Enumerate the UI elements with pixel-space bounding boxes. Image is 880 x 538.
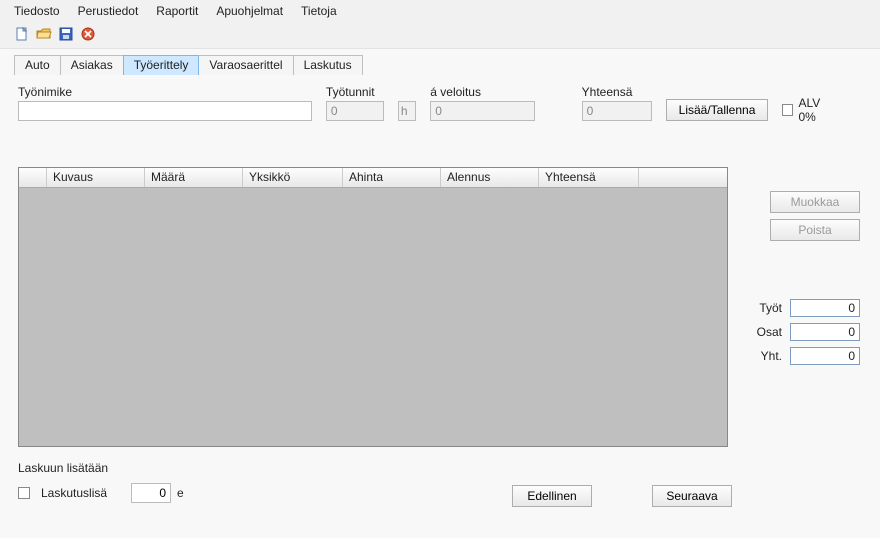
tyonimike-input[interactable] bbox=[18, 101, 312, 121]
grid-col-yhteensa[interactable]: Yhteensä bbox=[539, 168, 639, 187]
laskutuslisa-checkbox[interactable] bbox=[18, 487, 30, 499]
laskuun-lisataan-label: Laskuun lisätään bbox=[18, 461, 862, 475]
menu-tietoja[interactable]: Tietoja bbox=[301, 4, 337, 18]
tab-varaosaerittely[interactable]: Varaosaerittel bbox=[198, 55, 293, 75]
osat-label: Osat bbox=[757, 325, 782, 339]
aveloitus-label: á veloitus bbox=[430, 85, 535, 99]
tab-strip: Auto Asiakas Työerittely Varaosaerittel … bbox=[0, 49, 880, 75]
work-entry-row: Työnimike Työtunnit á veloitus Yhteensä … bbox=[18, 83, 862, 121]
edellinen-button[interactable]: Edellinen bbox=[512, 485, 592, 507]
grid-side-controls: Muokkaa Poista Työt 0 Osat 0 Yht. 0 bbox=[750, 167, 860, 365]
aveloitus-input[interactable] bbox=[430, 101, 535, 121]
menu-apuohjelmat[interactable]: Apuohjelmat bbox=[216, 4, 283, 18]
seuraava-button[interactable]: Seuraava bbox=[652, 485, 732, 507]
lisaa-tallenna-button[interactable]: Lisää/Tallenna bbox=[666, 99, 769, 121]
menu-bar: Tiedosto Perustiedot Raportit Apuohjelma… bbox=[0, 0, 880, 22]
laskutuslisa-input[interactable] bbox=[131, 483, 171, 503]
tab-asiakas[interactable]: Asiakas bbox=[60, 55, 124, 75]
menu-raportit[interactable]: Raportit bbox=[156, 4, 198, 18]
grid-header: Kuvaus Määrä Yksikkö Ahinta Alennus Yhte… bbox=[19, 168, 727, 188]
grid-col-kuvaus[interactable]: Kuvaus bbox=[47, 168, 145, 187]
grid-col-ahinta[interactable]: Ahinta bbox=[343, 168, 441, 187]
footer: Laskuun lisätään Laskutuslisä e Edelline… bbox=[18, 461, 862, 503]
tab-auto[interactable]: Auto bbox=[14, 55, 61, 75]
muokkaa-button[interactable]: Muokkaa bbox=[770, 191, 860, 213]
grid-col-maara[interactable]: Määrä bbox=[145, 168, 243, 187]
yht-label: Yht. bbox=[761, 349, 782, 363]
osat-value: 0 bbox=[790, 323, 860, 341]
totals: Työt 0 Osat 0 Yht. 0 bbox=[750, 299, 860, 365]
yhteensa-label: Yhteensä bbox=[582, 85, 652, 99]
grid-col-selector[interactable] bbox=[19, 168, 47, 187]
alv-checkbox[interactable] bbox=[782, 104, 793, 116]
tyotunnit-unit-label bbox=[398, 85, 416, 99]
yhteensa-input bbox=[582, 101, 652, 121]
toolbar bbox=[0, 22, 880, 49]
poista-button[interactable]: Poista bbox=[770, 219, 860, 241]
yht-value: 0 bbox=[790, 347, 860, 365]
tyotunnit-label: Työtunnit bbox=[326, 85, 384, 99]
tyonimike-label: Työnimike bbox=[18, 85, 312, 99]
tab-content: Työnimike Työtunnit á veloitus Yhteensä … bbox=[0, 75, 880, 538]
delete-icon[interactable] bbox=[80, 26, 96, 42]
tyotunnit-input[interactable] bbox=[326, 101, 384, 121]
tyot-label: Työt bbox=[759, 301, 782, 315]
tab-tyoerittely[interactable]: Työerittely bbox=[123, 55, 200, 75]
grid-col-yksikko[interactable]: Yksikkö bbox=[243, 168, 343, 187]
menu-tiedosto[interactable]: Tiedosto bbox=[14, 4, 60, 18]
alv-checkbox-wrap[interactable]: ALV 0% bbox=[782, 99, 862, 121]
open-folder-icon[interactable] bbox=[36, 26, 52, 42]
new-file-icon[interactable] bbox=[14, 26, 30, 42]
work-data-grid[interactable]: Kuvaus Määrä Yksikkö Ahinta Alennus Yhte… bbox=[18, 167, 728, 447]
alv-label: ALV 0% bbox=[798, 96, 837, 124]
tyot-value: 0 bbox=[790, 299, 860, 317]
grid-col-alennus[interactable]: Alennus bbox=[441, 168, 539, 187]
save-icon[interactable] bbox=[58, 26, 74, 42]
menu-perustiedot[interactable]: Perustiedot bbox=[78, 4, 139, 18]
tab-laskutus[interactable]: Laskutus bbox=[293, 55, 363, 75]
laskutuslisa-label: Laskutuslisä bbox=[41, 486, 107, 500]
tyotunnit-unit bbox=[398, 101, 416, 121]
laskutuslisa-unit: e bbox=[177, 486, 184, 500]
